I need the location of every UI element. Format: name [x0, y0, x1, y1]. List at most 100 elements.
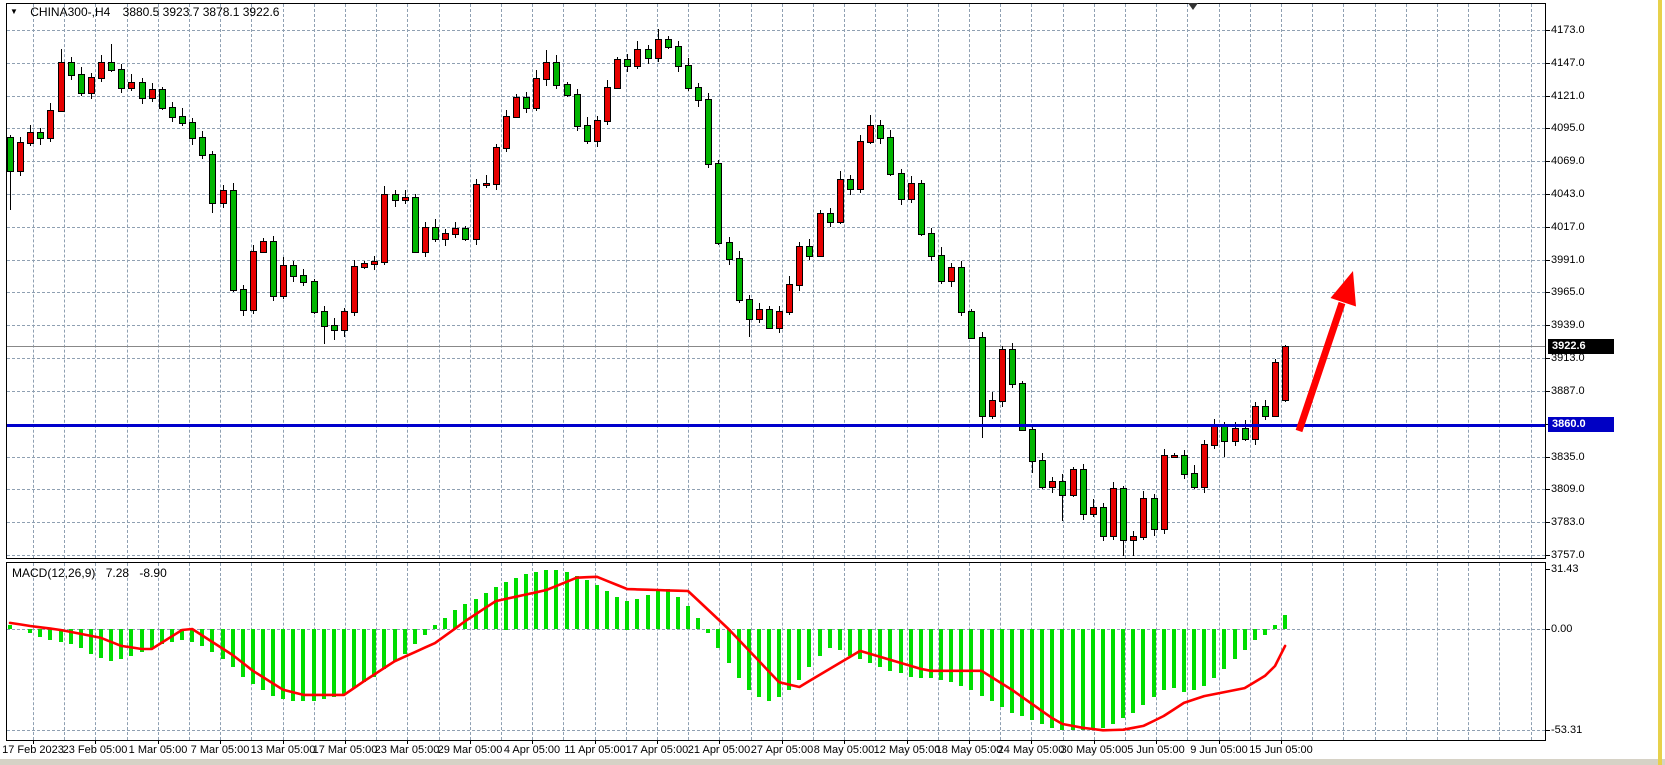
- chart-title: ▼ CHINA300-,H4 3880.5 3923.7 3878.1 3922…: [10, 5, 279, 19]
- macd-histogram-bar: [140, 629, 144, 652]
- macd-histogram-bar: [1081, 629, 1085, 730]
- candle-body: [88, 77, 95, 94]
- candle-body: [68, 62, 75, 76]
- candle-body: [361, 263, 368, 268]
- price-axis-tickmark: [1546, 522, 1550, 523]
- candle-body: [37, 132, 44, 139]
- candle-body: [1120, 488, 1127, 541]
- macd-histogram-bar: [453, 610, 457, 629]
- macd-histogram-bar: [635, 599, 639, 629]
- candle-body: [1161, 455, 1168, 530]
- grid-vline: [844, 563, 845, 740]
- time-axis-tickmark: [595, 741, 596, 744]
- grid-vline: [439, 4, 440, 558]
- grid-vline: [127, 563, 128, 740]
- grid-vline: [813, 563, 814, 740]
- candle-body: [1282, 346, 1289, 401]
- grid-vline: [1219, 563, 1220, 740]
- macd-histogram-bar: [656, 591, 660, 629]
- macd-histogram-bar: [727, 629, 731, 663]
- candle-body: [47, 110, 54, 139]
- macd-histogram-bar: [1202, 629, 1206, 686]
- candle-body: [766, 309, 773, 329]
- chart-window: ▼ CHINA300-,H4 3880.5 3923.7 3878.1 3922…: [0, 0, 1665, 765]
- time-axis-tickmark: [844, 741, 845, 744]
- price-axis-tick: 3991.0: [1551, 254, 1585, 267]
- candle-body: [473, 184, 480, 240]
- macd-histogram-bar: [1253, 629, 1257, 640]
- candle-body: [584, 125, 591, 142]
- candle-body: [169, 107, 176, 118]
- candle-body: [867, 125, 874, 143]
- candle-body: [240, 289, 247, 311]
- grid-vline: [751, 4, 752, 558]
- price-axis-tick: 3887.0: [1551, 385, 1585, 398]
- grid-vline: [1375, 563, 1376, 740]
- horizontal-support-line[interactable]: [7, 424, 1545, 427]
- macd-histogram-bar: [787, 629, 791, 690]
- price-axis-tick: 4043.0: [1551, 188, 1585, 201]
- time-axis-tickmark: [907, 741, 908, 744]
- price-axis-tick: 4069.0: [1551, 155, 1585, 168]
- candle-body: [756, 309, 763, 320]
- candle-body: [1049, 481, 1056, 488]
- candle-body: [230, 190, 237, 291]
- symbol-timeframe-label: CHINA300-,H4: [30, 5, 110, 19]
- time-axis-tickmark: [220, 741, 221, 744]
- macd-histogram-bar: [969, 629, 973, 690]
- candle-body: [1140, 498, 1147, 538]
- macd-histogram-bar: [565, 572, 569, 629]
- candle-body: [1201, 444, 1208, 488]
- symbol-dropdown-icon[interactable]: ▼: [10, 7, 18, 16]
- macd-histogram-bar: [605, 591, 609, 629]
- time-axis-tickmark: [782, 741, 783, 744]
- macd-histogram-bar: [231, 629, 235, 667]
- macd-indicator-panel[interactable]: [6, 562, 1546, 741]
- macd-histogram-bar: [433, 625, 437, 629]
- macd-histogram-bar: [666, 589, 670, 629]
- macd-histogram-bar: [686, 606, 690, 629]
- macd-histogram-bar: [28, 629, 32, 633]
- main-chart-panel[interactable]: [6, 3, 1546, 559]
- macd-histogram-bar: [1192, 629, 1196, 690]
- candle-body: [675, 46, 682, 67]
- macd-histogram-bar: [221, 629, 225, 659]
- macd-histogram-bar: [1050, 629, 1054, 728]
- candle-body: [311, 281, 318, 313]
- macd-histogram-bar: [575, 576, 579, 629]
- macd-histogram-bar: [1283, 615, 1287, 629]
- grid-vline: [189, 563, 190, 740]
- time-axis-tickmark: [657, 741, 658, 744]
- candle-body: [341, 311, 348, 331]
- macd-indicator-label: MACD(12,26,9) 7.28 -8.90: [12, 566, 167, 580]
- price-axis-tick: 4017.0: [1551, 221, 1585, 234]
- price-axis-tickmark: [1546, 358, 1550, 359]
- macd-histogram-bar: [150, 629, 154, 648]
- price-axis-tickmark: [1546, 96, 1550, 97]
- candle-body: [483, 183, 490, 186]
- candle-body: [746, 299, 753, 320]
- candle-body: [1262, 406, 1269, 417]
- time-axis-tickmark: [470, 741, 471, 744]
- candle-body: [1232, 428, 1239, 442]
- chart-shift-marker-icon[interactable]: [1188, 3, 1198, 10]
- candle-body: [1221, 425, 1228, 442]
- candle-body: [857, 141, 864, 190]
- macd-histogram-bar: [737, 629, 741, 678]
- grid-vline: [407, 4, 408, 558]
- macd-main-value: 7.28: [106, 566, 129, 580]
- grid-vline: [1312, 4, 1313, 558]
- price-axis-tickmark: [1546, 30, 1550, 31]
- candle-body: [1080, 469, 1087, 515]
- candle-body: [290, 265, 297, 277]
- macd-axis-tickmark: [1546, 629, 1550, 630]
- grid-vline: [782, 4, 783, 558]
- grid-vline: [595, 4, 596, 558]
- macd-histogram-bar: [544, 570, 548, 629]
- grid-vline: [376, 4, 377, 558]
- time-axis-tickmark: [1156, 741, 1157, 744]
- candle-body: [27, 132, 34, 144]
- time-axis-tickmark: [1281, 741, 1282, 744]
- candle-body: [300, 275, 307, 283]
- macd-histogram-bar: [322, 629, 326, 699]
